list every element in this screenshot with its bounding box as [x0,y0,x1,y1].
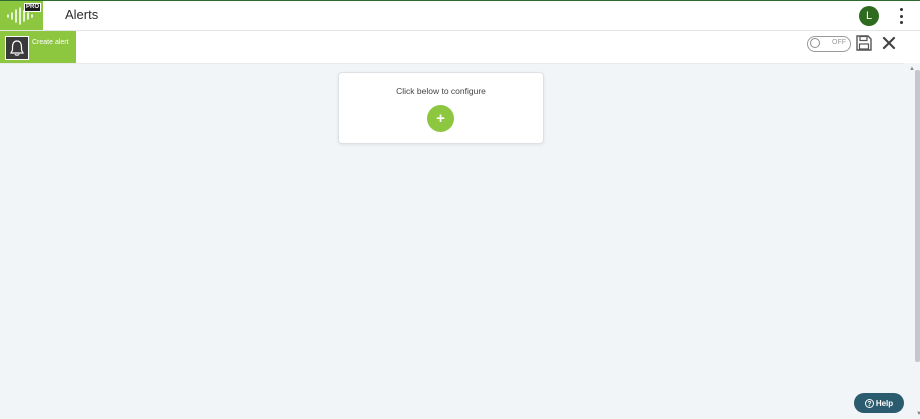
vertical-scrollbar[interactable]: ▲ ▼ [904,63,920,419]
close-icon [882,36,896,50]
configure-prompt: Click below to configure [396,86,486,96]
create-alert-button[interactable]: Create alert [0,31,76,63]
help-button[interactable]: ? Help [854,393,904,413]
kebab-dot [899,21,903,24]
pro-badge: PRO [23,3,41,12]
configure-card: Click below to configure + [338,72,544,144]
create-alert-label: Create alert [32,39,69,46]
help-label: Help [875,398,894,408]
scrollbar-thumb[interactable] [915,70,920,362]
create-alert-thumbnail [5,36,29,60]
close-button[interactable] [881,35,897,51]
kebab-dot [899,14,903,18]
help-icon: ? [864,398,874,408]
app-header: PRO Alerts L [0,1,920,31]
bell-icon [10,40,24,56]
kebab-dot [899,8,903,11]
page-title: Alerts [65,7,99,22]
kebab-menu-icon[interactable] [896,8,906,24]
floppy-disk-icon [856,35,872,51]
add-condition-button[interactable]: + [427,105,454,132]
app-logo[interactable]: PRO [0,1,43,30]
scroll-down-arrow-icon[interactable]: ▼ [916,411,920,417]
save-button[interactable] [855,34,873,52]
toggle-state-label: OFF [832,39,846,46]
toggle-knob [810,38,820,48]
alert-toolbar: Create alert OFF [0,31,920,64]
alert-enabled-toggle[interactable]: OFF [807,36,851,52]
user-avatar[interactable]: L [859,6,879,26]
